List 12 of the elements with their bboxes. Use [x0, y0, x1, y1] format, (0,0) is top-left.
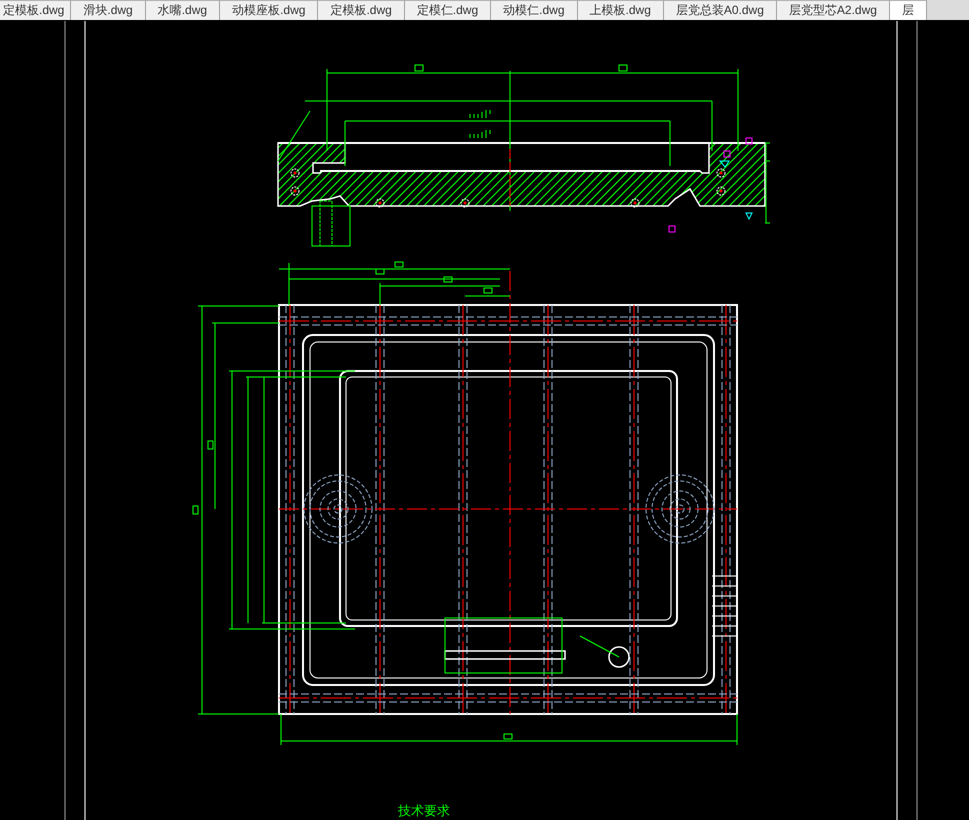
file-tab[interactable]: 动模座板.dwg: [220, 0, 318, 20]
file-tab[interactable]: 水嘴.dwg: [146, 0, 220, 20]
notes-heading: 技术要求: [398, 804, 450, 819]
file-tab[interactable]: 滑块.dwg: [71, 0, 146, 20]
file-tab[interactable]: 上模板.dwg: [578, 0, 664, 20]
file-tab[interactable]: 层党总装A0.dwg: [664, 0, 777, 20]
file-tab[interactable]: 定模仁.dwg: [404, 0, 492, 20]
file-tab[interactable]: 动模仁.dwg: [491, 0, 578, 20]
file-tab[interactable]: 层: [890, 0, 927, 20]
file-tab[interactable]: 定模板.dwg: [0, 0, 72, 20]
file-tab[interactable]: 层党型芯A2.dwg: [776, 0, 890, 20]
file-tab[interactable]: 定模板.dwg: [318, 0, 405, 20]
